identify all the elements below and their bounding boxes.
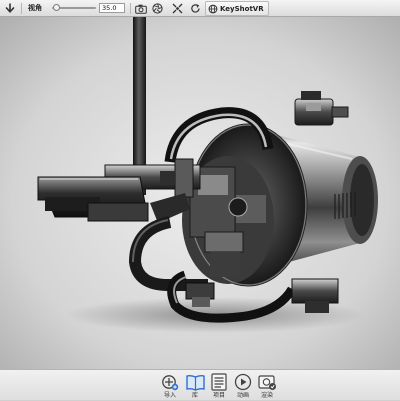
- aperture-icon[interactable]: [150, 2, 164, 15]
- camera-icon[interactable]: [134, 2, 148, 15]
- import-icon: [161, 372, 179, 391]
- animation-play-icon: [234, 372, 252, 391]
- bottom-toolbar: 导入 库 项目 动画 渲染: [0, 369, 400, 400]
- import-button[interactable]: 导入: [156, 372, 184, 401]
- vr-icon: [208, 4, 218, 14]
- toolbar-separator: [130, 3, 131, 14]
- reset-icon[interactable]: [188, 2, 202, 15]
- fov-label: 视角: [28, 4, 42, 12]
- render-label: 渲染: [260, 392, 273, 399]
- crosshair-icon[interactable]: [170, 2, 184, 15]
- project-list-icon: [211, 372, 227, 391]
- down-arrow-icon[interactable]: [4, 2, 16, 15]
- import-label: 导入: [163, 392, 176, 399]
- render-icon: [257, 372, 277, 391]
- fov-slider-thumb[interactable]: [52, 4, 60, 11]
- toolbar-separator: [21, 3, 22, 14]
- fov-input[interactable]: [99, 3, 125, 13]
- vr-label: KeyShotVR: [220, 4, 264, 13]
- library-book-icon: [185, 372, 205, 391]
- library-label: 库: [191, 392, 198, 399]
- project-label: 项目: [212, 392, 225, 399]
- rendered-model: [0, 17, 400, 369]
- keyshot-vr-button[interactable]: KeyShotVR: [205, 1, 269, 16]
- render-viewport[interactable]: [0, 17, 400, 369]
- render-button[interactable]: 渲染: [253, 372, 281, 401]
- viewport-toolbar: 视角 KeyShotVR: [0, 0, 400, 17]
- animation-label: 动画: [236, 392, 249, 399]
